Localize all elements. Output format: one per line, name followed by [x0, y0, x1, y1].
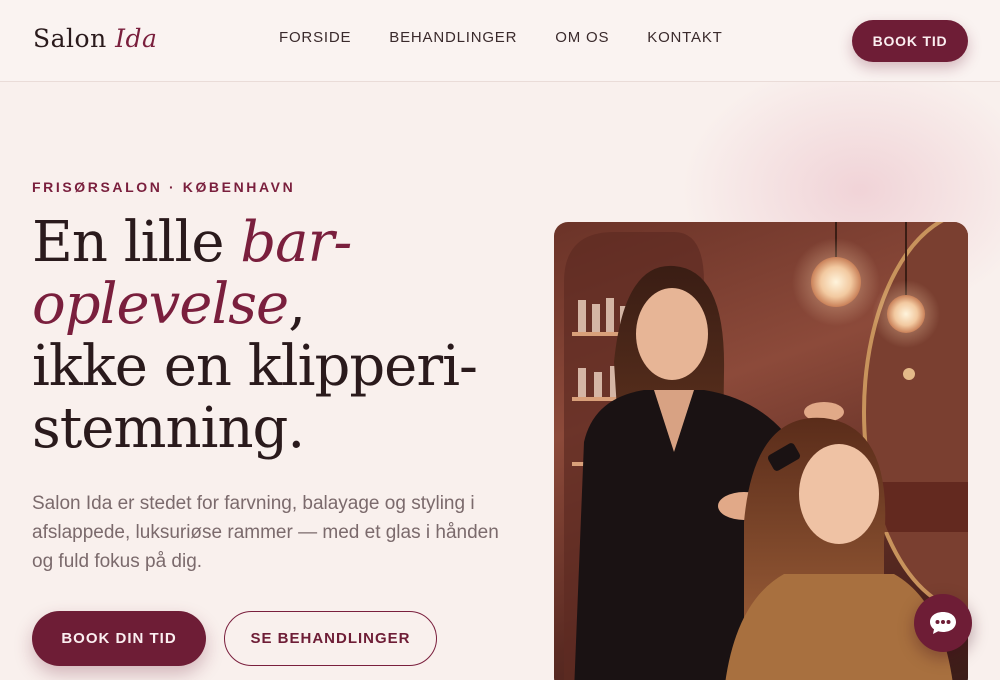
- title-text: En lille: [32, 210, 241, 275]
- se-behandlinger-button[interactable]: SE BEHANDLINGER: [224, 611, 437, 666]
- nav-item-kontakt[interactable]: KONTAKT: [647, 29, 722, 46]
- hero-eyebrow: FRISØRSALON · KØBENHAVN: [32, 179, 296, 195]
- book-tid-button[interactable]: BOOK TID: [852, 20, 968, 62]
- chat-bubble-icon: [930, 612, 956, 634]
- title-text: stemning.: [32, 396, 305, 461]
- title-emphasis: oplevelse: [32, 272, 289, 337]
- book-din-tid-button[interactable]: BOOK DIN TID: [32, 611, 206, 666]
- logo[interactable]: Salon Ida: [33, 24, 157, 53]
- main-nav: FORSIDE BEHANDLINGER OM OS KONTAKT: [279, 29, 723, 46]
- title-text: ikke en klipperi-: [32, 334, 478, 399]
- title-text: ,: [288, 272, 306, 337]
- site-header: Salon Ida FORSIDE BEHANDLINGER OM OS KON…: [0, 0, 1000, 82]
- nav-item-om-os[interactable]: OM OS: [555, 29, 609, 46]
- hero-title: En lille bar- oplevelse, ikke en klipper…: [32, 212, 502, 460]
- chat-button[interactable]: [914, 594, 972, 652]
- title-emphasis: bar-: [240, 210, 352, 275]
- nav-item-behandlinger[interactable]: BEHANDLINGER: [389, 29, 517, 46]
- logo-accent-text: Ida: [115, 24, 158, 53]
- salon-illustration: [564, 222, 968, 680]
- hero-lead: Salon Ida er stedet for farvning, balaya…: [32, 493, 499, 572]
- hero-photo: [554, 222, 968, 680]
- nav-item-forside[interactable]: FORSIDE: [279, 29, 351, 46]
- logo-text: Salon: [33, 24, 107, 53]
